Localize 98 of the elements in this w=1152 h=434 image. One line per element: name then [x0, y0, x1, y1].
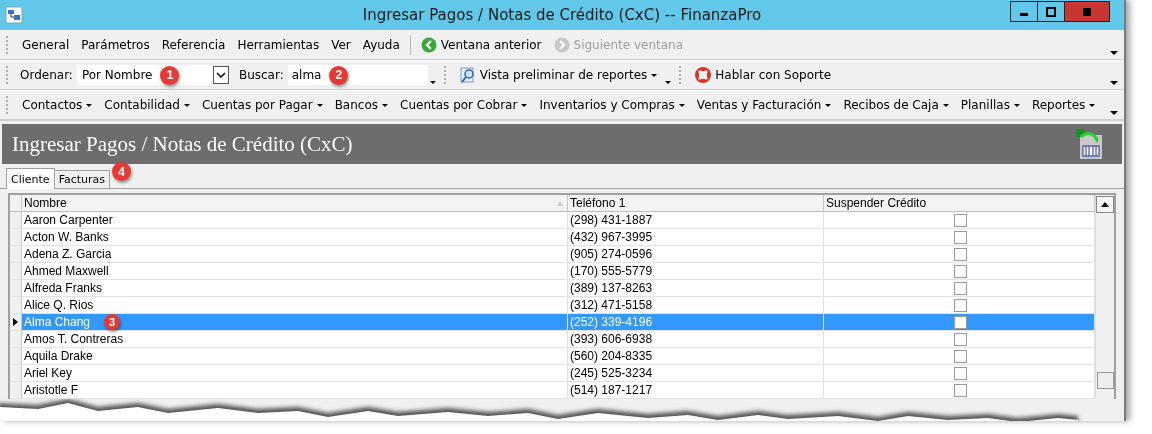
caret-icon: [183, 103, 190, 107]
table-cell: (389) 137-8263: [568, 280, 824, 297]
caret-icon: [942, 103, 949, 107]
module-menu[interactable]: Reportes: [1025, 96, 1102, 114]
overflow-icon[interactable]: [1110, 111, 1118, 115]
table-cell: Alfreda Franks: [22, 280, 568, 297]
page-title: Ingresar Pagos / Notas de Crédito (CxC): [12, 131, 353, 157]
menu-item[interactable]: Ayuda: [356, 36, 406, 54]
close-icon: [1082, 6, 1092, 17]
caret-icon: [651, 73, 658, 77]
scroll-up-button[interactable]: [1096, 196, 1114, 213]
table-cell: (245) 525-3234: [568, 365, 824, 382]
support-button[interactable]: Hablar con Soporte: [689, 65, 838, 85]
search-label: Buscar:: [237, 68, 285, 82]
minimize-icon: [1020, 13, 1028, 16]
row-header[interactable]: [10, 314, 22, 331]
caret-icon: [382, 103, 389, 107]
callout-badge: 1: [160, 65, 180, 85]
callout-badge: 2: [329, 65, 349, 85]
module-menu[interactable]: Inventarios y Compras: [533, 96, 691, 114]
scrollbar[interactable]: [1095, 195, 1114, 399]
caret-icon: [86, 103, 93, 107]
caret-icon: [316, 103, 323, 107]
sort-label: Ordenar:: [19, 68, 74, 82]
checkbox[interactable]: [953, 366, 967, 380]
column-header[interactable]: Nombre: [22, 195, 568, 212]
module-menu[interactable]: Ventas y Facturación: [690, 96, 838, 114]
maximize-button[interactable]: [1037, 1, 1065, 22]
checkbox[interactable]: [953, 349, 967, 363]
table-cell: (252) 339-4196: [568, 314, 824, 331]
module-menu[interactable]: Cuentas por Pagar: [195, 96, 329, 114]
table-cell: (560) 204-8335: [568, 348, 824, 365]
module-menu[interactable]: Contactos: [16, 96, 99, 114]
menu-item[interactable]: Parámetros: [75, 36, 156, 54]
table-cell: (298) 431-1887: [568, 212, 824, 229]
magnifier-icon: [459, 67, 476, 83]
menu-item[interactable]: Ver: [325, 36, 357, 54]
tab[interactable]: Cliente: [6, 168, 55, 189]
module-menu[interactable]: Cuentas por Cobrar: [394, 96, 534, 114]
table-cell: (393) 606-6938: [568, 331, 824, 348]
overflow-icon[interactable]: [665, 81, 672, 84]
caret-icon: [1013, 103, 1020, 107]
report-preview-button[interactable]: Vista preliminar de reportes: [453, 65, 664, 85]
up-arrow-icon: [1101, 202, 1109, 207]
caret-icon: [678, 103, 685, 107]
checkbox[interactable]: [953, 383, 967, 397]
close-button[interactable]: [1064, 1, 1110, 22]
table-cell: Alma Chang 3: [22, 314, 568, 331]
checkbox[interactable]: [953, 298, 967, 312]
table-cell: Ahmed Maxwell: [22, 263, 568, 280]
overflow-icon[interactable]: [1110, 81, 1118, 85]
callout-badge: 3: [104, 314, 121, 330]
menu-item[interactable]: General: [16, 36, 76, 54]
minimize-button[interactable]: [1010, 1, 1038, 22]
menu-item[interactable]: Referencia: [155, 36, 232, 54]
table-cell: Amos T. Contreras: [22, 331, 568, 348]
module-menu[interactable]: Recibos de Caja: [837, 96, 955, 114]
back-button[interactable]: Ventana anterior: [414, 35, 548, 55]
checkbox[interactable]: [953, 332, 967, 346]
caret-icon: [521, 103, 528, 107]
scroll-thumb[interactable]: [1096, 372, 1114, 389]
lifebuoy-icon: [695, 67, 712, 83]
column-header[interactable]: Teléfono 1: [568, 195, 824, 212]
tab[interactable]: Facturas: [53, 170, 110, 188]
overflow-icon[interactable]: [429, 81, 436, 84]
sort-dropdown[interactable]: Por Nombre 1: [76, 65, 213, 85]
search-field[interactable]: alma 2: [287, 65, 428, 85]
table-cell: Adena Z. Garcia: [22, 246, 568, 263]
table-cell: Aaron Carpenter: [22, 212, 568, 229]
checkbox[interactable]: [953, 264, 967, 278]
payment-grid-icon[interactable]: [1076, 129, 1102, 159]
module-menu[interactable]: Contabilidad: [98, 96, 196, 114]
table-cell: Acton W. Banks: [22, 229, 568, 246]
table-cell: (905) 274-0596: [568, 246, 824, 263]
overflow-icon[interactable]: [1110, 51, 1118, 55]
app-icon[interactable]: [5, 6, 23, 24]
checkbox[interactable]: [953, 230, 967, 244]
caret-icon: [825, 103, 832, 107]
menu-item[interactable]: Herramientas: [231, 36, 326, 54]
sort-icon: [557, 200, 563, 206]
caret-icon: [1089, 103, 1096, 107]
table-cell: Aquila Drake: [22, 348, 568, 365]
table-cell: Ariel Key: [22, 365, 568, 382]
checkbox[interactable]: [953, 315, 967, 329]
chevron-down-icon: [215, 71, 226, 79]
column-header[interactable]: Suspender Crédito: [824, 195, 1095, 212]
module-menu[interactable]: Planillas: [954, 96, 1026, 114]
table-cell: Aristotle F: [22, 382, 568, 399]
window-title: Ingresar Pagos / Notas de Crédito (CxC) -- FinanzaPro: [361, 6, 763, 24]
module-menu[interactable]: Bancos: [328, 96, 395, 114]
table-cell: (432) 967-3995: [568, 229, 824, 246]
checkbox[interactable]: [953, 281, 967, 295]
table-cell: (514) 187-1217: [568, 382, 824, 399]
checkbox[interactable]: [953, 213, 967, 227]
checkbox[interactable]: [953, 247, 967, 261]
maximize-icon: [1046, 6, 1056, 17]
callout-badge: 4: [112, 162, 131, 181]
table-cell: (170) 555-5779: [568, 263, 824, 280]
